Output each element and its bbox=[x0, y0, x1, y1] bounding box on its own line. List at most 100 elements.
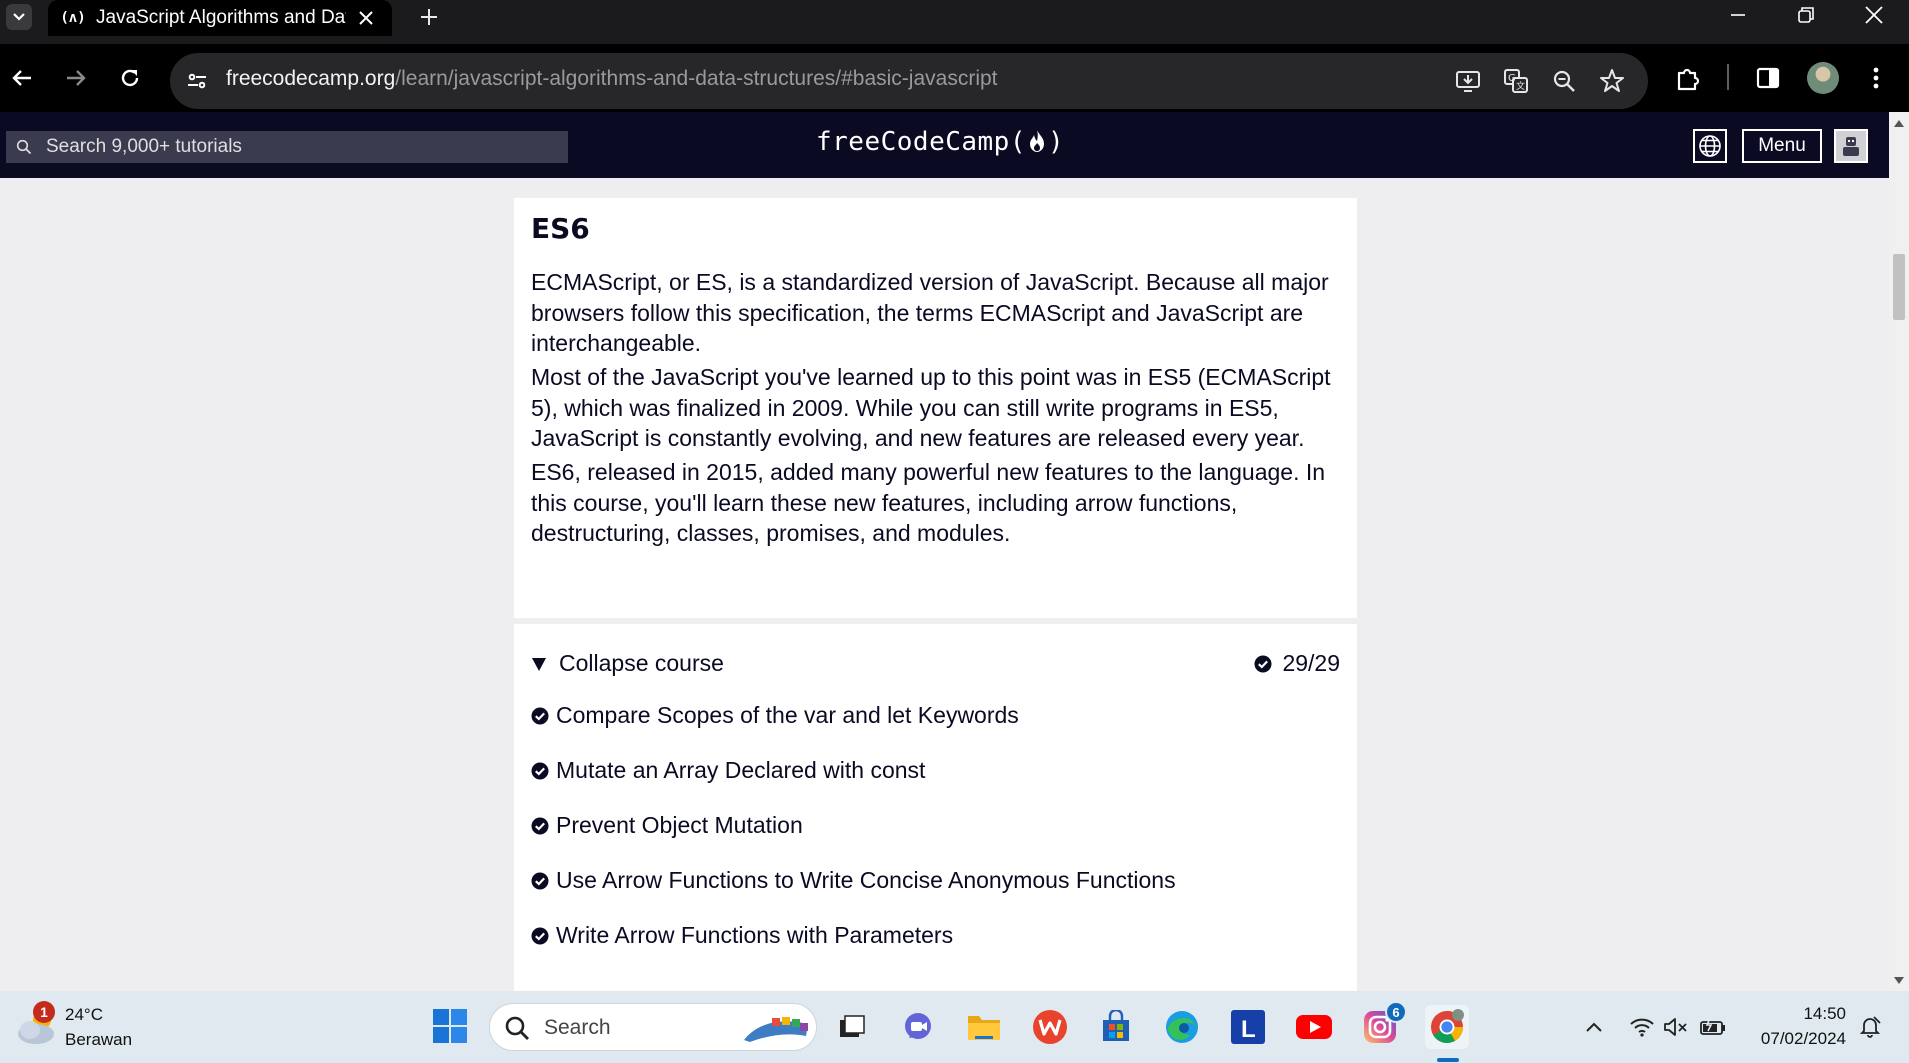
back-icon bbox=[12, 70, 31, 86]
taskbar-search-label: Search bbox=[544, 1016, 611, 1039]
svg-text:L: L bbox=[1241, 1016, 1256, 1043]
profile-avatar[interactable] bbox=[1807, 62, 1839, 94]
taskbar-wps-office[interactable] bbox=[1028, 1005, 1072, 1049]
more-menu-button[interactable] bbox=[1856, 58, 1896, 98]
search-highlight-illustration-icon bbox=[744, 1017, 808, 1042]
check-circle-icon bbox=[531, 872, 549, 889]
challenge-link[interactable]: Compare Scopes of the var and let Keywor… bbox=[556, 702, 1019, 729]
fcc-logo-close: ) bbox=[1048, 127, 1065, 157]
taskbar-youtube[interactable] bbox=[1292, 1005, 1336, 1049]
scroll-thumb[interactable] bbox=[1893, 254, 1905, 320]
challenge-item[interactable]: Prevent Object Mutation bbox=[531, 812, 803, 839]
star-icon bbox=[1600, 69, 1624, 92]
course-challenge-list: Collapse course 29/29 Compare Scopes of … bbox=[514, 624, 1357, 991]
challenge-link[interactable]: Mutate an Array Declared with const bbox=[556, 757, 925, 784]
taskbar-edge[interactable] bbox=[1160, 1005, 1204, 1049]
extensions-icon bbox=[1677, 68, 1700, 91]
taskbar-task-view[interactable] bbox=[830, 1005, 874, 1049]
user-avatar[interactable] bbox=[1834, 129, 1868, 163]
show-hidden-icons-button[interactable] bbox=[1580, 1013, 1608, 1041]
tab-search-button[interactable] bbox=[6, 4, 32, 30]
restore-button[interactable] bbox=[1776, 0, 1836, 30]
collapse-course-label: Collapse course bbox=[559, 650, 724, 676]
windows-start-icon[interactable] bbox=[432, 1008, 468, 1044]
clock-time[interactable]: 14:50 bbox=[1800, 1004, 1846, 1024]
wifi-button[interactable] bbox=[1628, 1013, 1656, 1041]
install-app-icon bbox=[1456, 71, 1480, 92]
install-app-button[interactable] bbox=[1452, 65, 1484, 97]
notifications-button[interactable] bbox=[1856, 1013, 1884, 1041]
challenge-item[interactable]: Compare Scopes of the var and let Keywor… bbox=[531, 702, 1019, 729]
bookmark-button[interactable] bbox=[1596, 65, 1628, 97]
instagram-notification-badge: 6 bbox=[1385, 1001, 1407, 1023]
caret-down-icon bbox=[532, 657, 546, 671]
taskbar-file-explorer[interactable] bbox=[962, 1005, 1006, 1049]
course-progress: 29/29 bbox=[1254, 650, 1340, 677]
taskbar-microsoft-store[interactable] bbox=[1094, 1005, 1138, 1049]
taskbar-chrome[interactable] bbox=[1425, 1005, 1469, 1049]
battery-button[interactable] bbox=[1699, 1013, 1727, 1041]
search-icon bbox=[505, 1016, 529, 1040]
new-tab-button[interactable] bbox=[414, 2, 444, 32]
forward-button[interactable] bbox=[56, 58, 96, 98]
site-settings-icon bbox=[188, 73, 206, 89]
challenge-item[interactable]: Mutate an Array Declared with const bbox=[531, 757, 925, 784]
close-icon[interactable] bbox=[356, 8, 376, 28]
tutorial-search-input[interactable]: Search 9,000+ tutorials bbox=[6, 131, 568, 163]
fcc-logo[interactable]: freeCodeCamp() bbox=[816, 127, 1064, 157]
minimize-button[interactable] bbox=[1708, 0, 1768, 30]
toolbar-divider bbox=[1727, 64, 1729, 90]
globe-icon bbox=[1699, 135, 1721, 157]
volume-muted-icon bbox=[1664, 1018, 1687, 1036]
challenge-link[interactable]: Use Arrow Functions to Write Concise Ano… bbox=[556, 867, 1176, 894]
chrome-icon bbox=[1431, 1009, 1464, 1044]
scroll-up-icon[interactable] bbox=[1893, 118, 1905, 128]
wps-office-icon bbox=[1033, 1010, 1067, 1044]
tab-title: JavaScript Algorithms and Data Structure… bbox=[96, 7, 346, 28]
progress-count: 29/29 bbox=[1282, 650, 1340, 676]
zoom-button[interactable] bbox=[1548, 65, 1580, 97]
weather-alert-badge: 1 bbox=[33, 1001, 55, 1023]
course-intro-card: ES6 ECMAScript, or ES, is a standardized… bbox=[514, 198, 1357, 618]
browser-tab-active[interactable]: (ʌ) JavaScript Algorithms and Data Struc… bbox=[48, 0, 392, 36]
page-scrollbar[interactable] bbox=[1889, 112, 1909, 991]
challenge-link[interactable]: Prevent Object Mutation bbox=[556, 812, 803, 839]
url-text[interactable]: freecodecamp.org/learn/javascript-algori… bbox=[226, 67, 998, 91]
weather-temperature[interactable]: 24°C bbox=[65, 1005, 103, 1025]
menu-button[interactable]: Menu bbox=[1742, 129, 1822, 163]
url-path: /learn/javascript-algorithms-and-data-st… bbox=[395, 67, 998, 90]
zoom-icon bbox=[1553, 70, 1575, 92]
challenge-item[interactable]: Write Arrow Functions with Parameters bbox=[531, 922, 953, 949]
reload-button[interactable] bbox=[110, 58, 150, 98]
side-panel-button[interactable] bbox=[1748, 58, 1788, 98]
scroll-down-icon[interactable] bbox=[1893, 976, 1905, 986]
url-host: freecodecamp.org bbox=[226, 67, 396, 90]
translate-button[interactable]: G文 bbox=[1500, 65, 1532, 97]
back-button[interactable] bbox=[2, 58, 42, 98]
browser-toolbar: freecodecamp.org/learn/javascript-algori… bbox=[0, 44, 1909, 112]
taskbar-search-box[interactable]: Search bbox=[489, 1003, 817, 1051]
language-button[interactable] bbox=[1693, 129, 1727, 163]
collapse-course-button[interactable]: Collapse course bbox=[531, 650, 724, 677]
check-circle-icon bbox=[531, 927, 549, 944]
window-close-button[interactable] bbox=[1844, 0, 1904, 30]
weather-condition[interactable]: Berawan bbox=[65, 1030, 132, 1050]
taskbar-l-app[interactable]: L bbox=[1226, 1005, 1270, 1049]
check-circle-icon bbox=[531, 707, 549, 724]
challenge-item[interactable]: Use Arrow Functions to Write Concise Ano… bbox=[531, 867, 1176, 894]
minimize-icon bbox=[1731, 14, 1745, 16]
challenge-link[interactable]: Write Arrow Functions with Parameters bbox=[556, 922, 953, 949]
l-app-icon: L bbox=[1231, 1010, 1265, 1044]
clock-date[interactable]: 07/02/2024 bbox=[1749, 1029, 1846, 1049]
browser-tab-bar: (ʌ) JavaScript Algorithms and Data Struc… bbox=[0, 0, 1909, 44]
windows-taskbar: 1 24°C Berawan Search L 6 14:50 07/02/20… bbox=[0, 991, 1909, 1063]
folder-icon bbox=[968, 1016, 1000, 1040]
extensions-button[interactable] bbox=[1668, 58, 1708, 98]
fcc-logo-text: freeCodeCamp( bbox=[816, 127, 1026, 157]
site-settings-button[interactable] bbox=[178, 62, 216, 100]
address-bar[interactable]: freecodecamp.org/learn/javascript-algori… bbox=[170, 53, 1648, 109]
restore-icon bbox=[1798, 7, 1814, 23]
taskbar-teams-chat[interactable] bbox=[896, 1005, 940, 1049]
volume-button[interactable] bbox=[1662, 1013, 1690, 1041]
wifi-icon bbox=[1630, 1018, 1654, 1037]
